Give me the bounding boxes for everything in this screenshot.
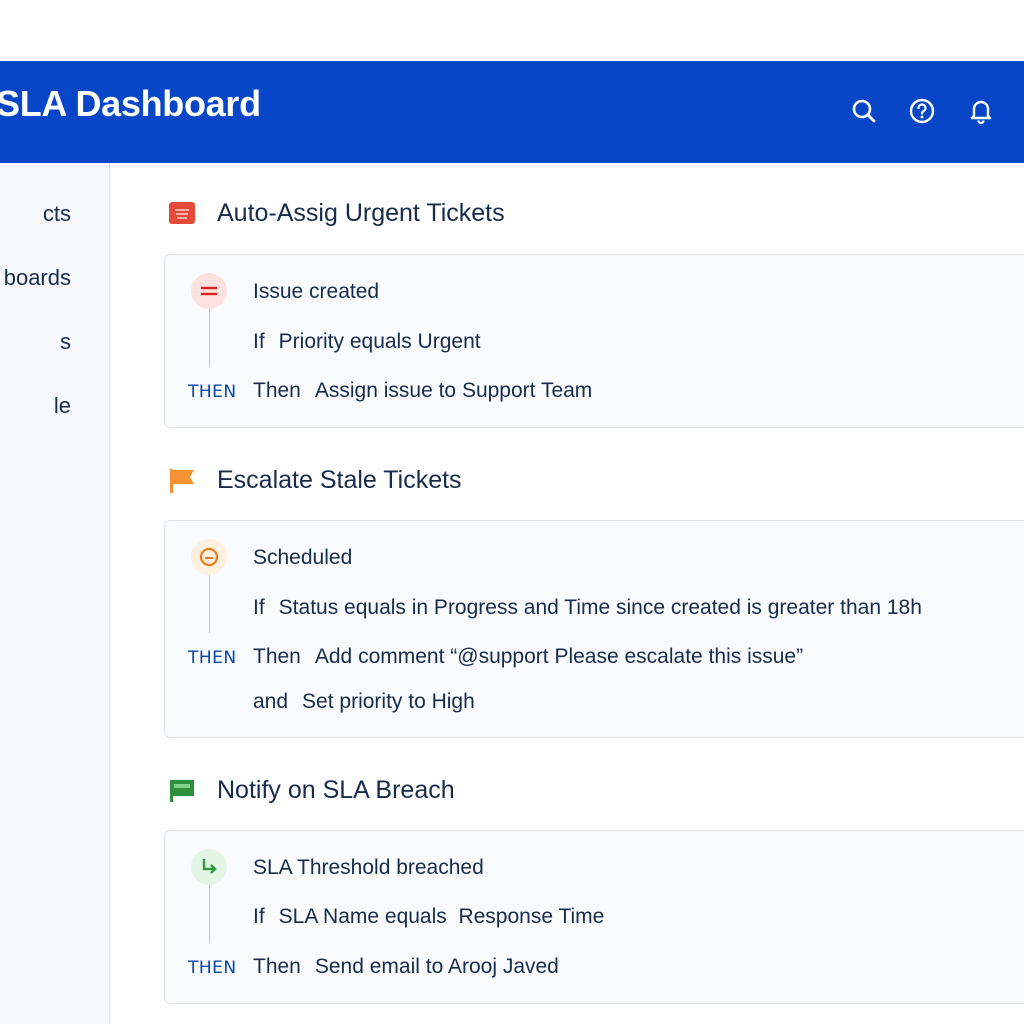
trigger-text: Scheduled bbox=[253, 546, 353, 569]
condition-row: If Priority equals Urgent bbox=[253, 330, 481, 354]
if-keyword: If bbox=[253, 330, 265, 353]
flag-icon bbox=[167, 465, 197, 495]
action-text: Add comment “@support Please escalate th… bbox=[314, 645, 804, 668]
top-header: SLA Dashboard bbox=[0, 61, 1024, 163]
sidebar: cts boards s le bbox=[0, 163, 110, 1024]
then-badge: THEN bbox=[188, 958, 237, 978]
priority-icon bbox=[191, 273, 227, 309]
search-icon[interactable] bbox=[848, 95, 880, 127]
extra-action-row: and Set priority to High bbox=[253, 690, 475, 714]
then-keyword: Then bbox=[253, 379, 301, 402]
and-keyword: and bbox=[253, 690, 289, 713]
rule-card[interactable]: Scheduled If Status equals in Progress an… bbox=[164, 520, 1024, 738]
if-keyword: If bbox=[253, 905, 265, 928]
page-title: SLA Dashboard bbox=[0, 83, 261, 124]
condition-text: Priority equals Urgent bbox=[278, 330, 481, 353]
timeline-line bbox=[209, 309, 210, 367]
rule-card[interactable]: Issue created If Priority equals Urgent T… bbox=[164, 254, 1024, 428]
rule-title: Escalate Stale Tickets bbox=[217, 465, 462, 494]
rule-heading[interactable]: Auto-Assig Urgent Tickets bbox=[167, 198, 505, 228]
action-text: Assign issue to Support Team bbox=[314, 379, 593, 402]
rule-title: Auto-Assig Urgent Tickets bbox=[217, 198, 505, 227]
action-row: Then Assign issue to Support Team bbox=[253, 379, 592, 403]
sidebar-item-dashboards[interactable]: boards bbox=[4, 265, 71, 291]
help-icon[interactable] bbox=[906, 95, 938, 127]
timeline-line bbox=[209, 575, 210, 633]
action-text: Send email to Arooj Javed bbox=[314, 955, 559, 978]
sidebar-item-filters[interactable]: s bbox=[60, 329, 71, 355]
banner-icon bbox=[167, 775, 197, 805]
bell-icon[interactable] bbox=[965, 95, 997, 127]
rules-list: Auto-Assig Urgent Tickets Issue created … bbox=[111, 163, 1024, 1024]
then-badge: THEN bbox=[188, 382, 237, 402]
sidebar-item-projects[interactable]: cts bbox=[43, 201, 71, 227]
extra-action-text: Set priority to High bbox=[302, 690, 475, 713]
rule-card[interactable]: SLA Threshold breached If SLA Name equals… bbox=[164, 830, 1024, 1004]
rule-heading[interactable]: Notify on SLA Breach bbox=[167, 775, 455, 805]
then-keyword: Then bbox=[253, 645, 301, 668]
condition-row: If Status equals in Progress and Time sin… bbox=[253, 596, 922, 620]
trigger-text: SLA Threshold breached bbox=[253, 856, 484, 879]
if-keyword: If bbox=[253, 596, 265, 619]
action-row: Then Add comment “@support Please escalat… bbox=[253, 645, 803, 669]
condition-row: If SLA Name equals Response Time bbox=[253, 905, 604, 929]
sidebar-item-people[interactable]: le bbox=[54, 393, 71, 419]
condition-text: Status equals in Progress and Time since… bbox=[278, 596, 922, 619]
rule-heading[interactable]: Escalate Stale Tickets bbox=[167, 465, 462, 495]
condition-text: SLA Name equals Response Time bbox=[278, 905, 605, 928]
trigger-text: Issue created bbox=[253, 280, 380, 303]
branch-arrow-icon bbox=[191, 849, 227, 885]
then-keyword: Then bbox=[253, 955, 301, 978]
timeline-line bbox=[209, 885, 210, 943]
then-badge: THEN bbox=[188, 648, 237, 668]
urgent-icon bbox=[167, 198, 197, 228]
page: SLA Dashboard cts boards s le Auto-Assig… bbox=[0, 0, 1024, 1024]
rule-title: Notify on SLA Breach bbox=[217, 775, 455, 804]
action-row: Then Send email to Arooj Javed bbox=[253, 955, 559, 979]
clock-icon bbox=[191, 539, 227, 575]
